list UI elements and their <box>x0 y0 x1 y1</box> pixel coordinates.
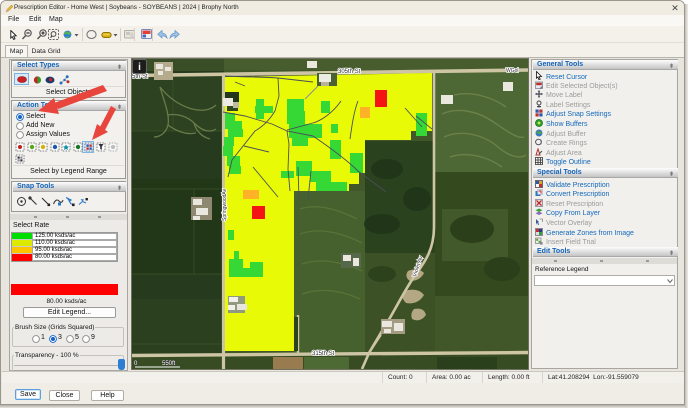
svg-text:305th St: 305th St <box>338 69 361 75</box>
svg-text:550ft: 550ft <box>162 361 176 367</box>
svg-text:315th St: 315th St <box>312 351 335 357</box>
svg-text:SpringwoodAv: SpringwoodAv <box>222 188 228 221</box>
svg-text:5th St: 5th St <box>132 74 148 80</box>
svg-text:i: i <box>138 62 141 73</box>
svg-text:WGol: WGol <box>506 68 519 74</box>
